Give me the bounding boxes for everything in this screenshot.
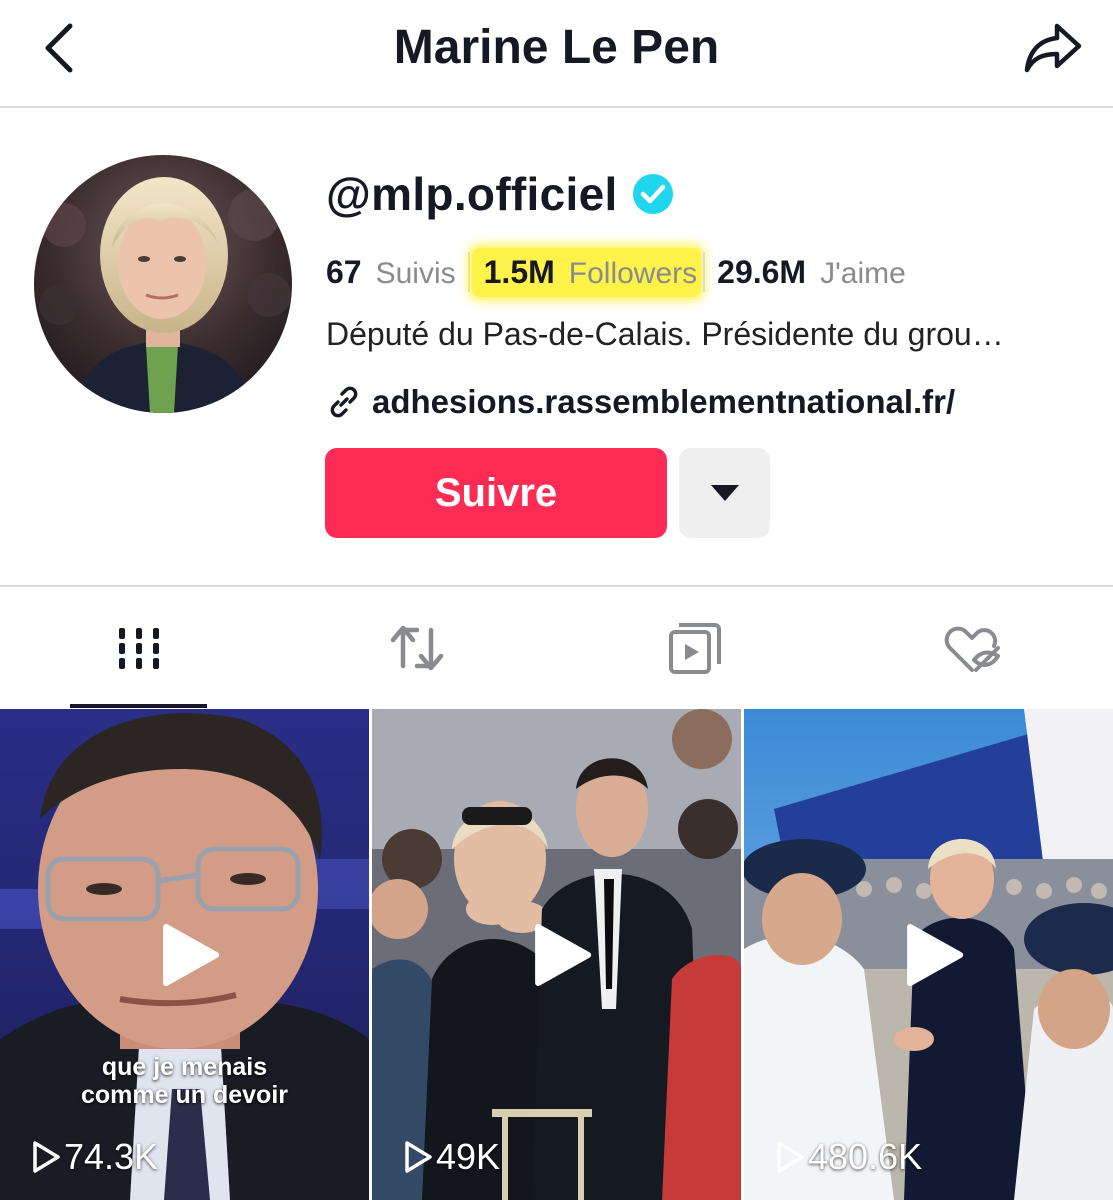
likes-stat[interactable]: 29.6M J'aime <box>705 254 918 291</box>
play-icon <box>906 924 963 986</box>
video-caption: que je menais comme un devoir <box>0 1053 369 1109</box>
play-icon <box>534 924 591 986</box>
tab-videos[interactable] <box>0 590 278 706</box>
likes-label: J'aime <box>820 256 906 290</box>
tab-playlists[interactable] <box>556 590 834 706</box>
playlist-icon <box>669 623 721 674</box>
view-count: 74.3K <box>30 1136 158 1178</box>
view-count: 49K <box>402 1136 500 1178</box>
view-count: 480.6K <box>774 1136 922 1178</box>
suggestions-dropdown-button[interactable] <box>679 448 770 538</box>
following-stat[interactable]: 67 Suivis <box>326 254 468 291</box>
follow-button[interactable]: Suivre <box>325 448 667 538</box>
video-thumbnail[interactable]: 49K <box>372 709 741 1200</box>
following-count: 67 <box>326 253 362 290</box>
view-count-value: 49K <box>436 1136 501 1177</box>
followers-label: Followers <box>568 256 698 290</box>
tab-liked[interactable] <box>834 590 1112 706</box>
followers-stat[interactable]: 1.5M Followers <box>471 247 702 297</box>
view-count-value: 74.3K <box>64 1136 159 1177</box>
link-text: adhesions.rassemblementnational.fr/ <box>372 383 956 420</box>
grid-icon <box>119 628 159 669</box>
play-icon <box>162 924 219 986</box>
bio-text[interactable]: Député du Pas-de-Calais. Présidente du g… <box>326 310 1086 358</box>
video-caption-line: que je menais <box>101 1053 268 1081</box>
tab-reposts[interactable] <box>278 590 556 706</box>
caret-down-icon <box>710 485 739 501</box>
avatar[interactable] <box>34 155 292 413</box>
video-grid: que je menais comme un devoir 74.3K 49K … <box>0 709 1113 1200</box>
video-thumbnail[interactable]: 480.6K <box>744 709 1113 1200</box>
following-label: Suivis <box>375 256 456 290</box>
profile-link[interactable]: adhesions.rassemblementnational.fr/ <box>326 376 955 428</box>
video-thumbnail[interactable]: que je menais comme un devoir 74.3K <box>0 709 369 1200</box>
active-tab-indicator <box>70 704 207 708</box>
verified-icon <box>632 174 673 214</box>
link-icon <box>330 386 358 418</box>
username: @mlp.officiel <box>326 168 618 220</box>
stat-divider <box>467 252 470 292</box>
play-outline-icon <box>405 1141 432 1173</box>
top-bar: Marine Le Pen <box>0 0 1113 108</box>
video-caption-line: comme un devoir <box>81 1081 288 1109</box>
play-outline-icon <box>33 1141 60 1173</box>
share-button[interactable] <box>1021 16 1085 80</box>
stats-row: 67 Suivis 1.5M Followers 29.6M J'aime <box>326 240 918 304</box>
tabs-divider <box>0 585 1113 587</box>
followers-count: 1.5M <box>483 253 555 290</box>
handle-row: @mlp.officiel <box>326 162 674 226</box>
likes-count: 29.6M <box>717 253 807 290</box>
heart-hidden-icon <box>944 626 1000 672</box>
view-count-value: 480.6K <box>808 1136 923 1177</box>
page-title: Marine Le Pen <box>393 21 720 74</box>
repost-icon <box>390 625 444 671</box>
share-arrow-icon <box>1024 23 1082 73</box>
play-outline-icon <box>777 1141 804 1173</box>
